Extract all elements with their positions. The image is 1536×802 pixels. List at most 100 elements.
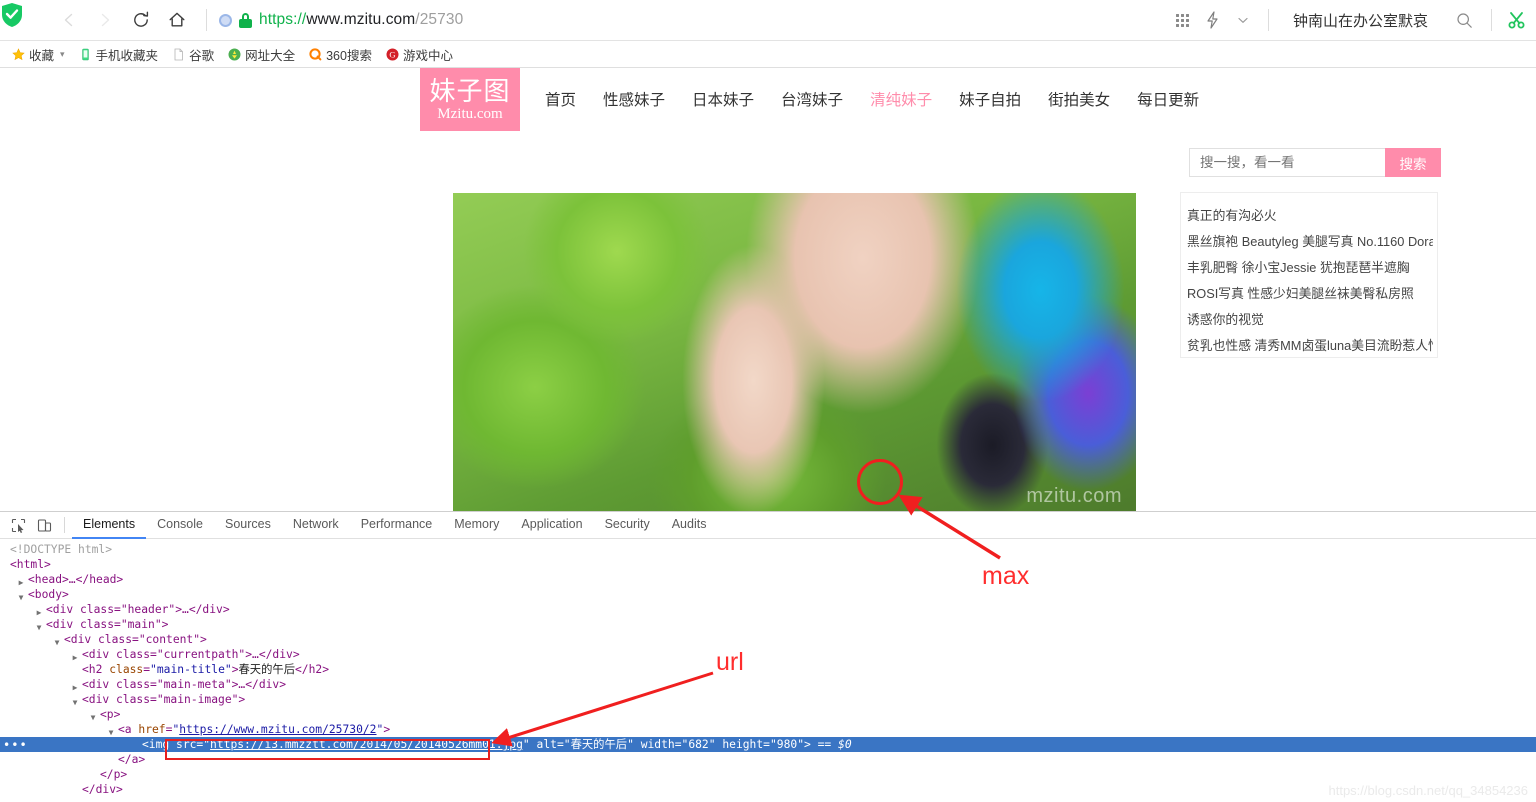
bookmark-360search[interactable]: 360搜索 [303,43,378,66]
site-info-icon[interactable] [219,13,232,27]
dom-line-header-div[interactable]: ▶ <div class="header">…</div> [0,602,1536,617]
annotation-url-label: url [716,648,744,676]
nav-item-taiwan[interactable]: 台湾妹子 [781,88,843,110]
site-logo[interactable]: 妹子图 Mzitu.com [420,68,520,131]
apps-grid-button[interactable] [1168,3,1198,37]
dom-line-content-div[interactable]: ▼ <div class="content"> [0,632,1536,647]
screenshot-root: https://www.mzitu.com/25730 钟南山在办公室默哀 收藏… [0,0,1536,802]
body-tag: <body> [28,588,69,601]
home-button[interactable] [160,3,194,37]
selected-node-ref: == $0 [817,738,852,751]
address-bar[interactable]: https://www.mzitu.com/25730 [217,0,1168,41]
main-photo[interactable]: mzitu.com [453,193,1136,511]
dom-line-a[interactable]: ▼ <a href="https://www.mzitu.com/25730/2… [0,722,1536,737]
tab-console[interactable]: Console [146,512,214,539]
bookmark-google[interactable]: 谷歌 [166,43,220,66]
page-viewport: 妹子图 Mzitu.com 首页 性感妹子 日本妹子 台湾妹子 清纯妹子 妹子自… [0,68,1536,511]
tab-performance[interactable]: Performance [350,512,444,539]
reload-icon [134,11,149,27]
logo-line-1: 妹子图 [429,75,511,106]
sidebar-link[interactable]: ROSI写真 性感少妇美腿丝袜美臀私房照 [1187,281,1433,307]
tab-sources[interactable]: Sources [214,512,282,539]
tab-elements[interactable]: Elements [72,512,147,539]
dom-line-head[interactable]: ▶ <head>…</head> [0,572,1536,587]
highlight-circle-page10 [857,459,903,505]
nav-item-selfie[interactable]: 妹子自拍 [959,88,1021,110]
site-search-button[interactable]: 搜索 [1385,148,1441,177]
nav-item-pure[interactable]: 清纯妹子 [870,88,932,110]
home-icon [169,12,185,27]
tab-application[interactable]: Application [510,512,593,539]
dom-line-html[interactable]: <html> [0,557,1536,572]
annotation-max-label: max [982,562,1030,590]
dom-line-h2[interactable]: <h2 class="main-title">春天的午后</h2> [0,662,1536,677]
bookmark-gamecenter[interactable]: G 游戏中心 [380,43,459,66]
tab-security[interactable]: Security [594,512,661,539]
back-button[interactable] [52,3,86,37]
sidebar-link[interactable]: 黑丝旗袍 Beautyleg 美腿写真 No.1160 Dora [1187,229,1433,255]
doctype-text: <!DOCTYPE html> [10,543,113,556]
img-alt-value: 春天的午后 [570,738,628,751]
browser-logo-badge [0,0,36,32]
lock-icon [239,12,252,28]
forward-button[interactable] [88,3,122,37]
reload-button[interactable] [124,3,158,37]
phone-icon [79,48,92,61]
dom-line-p[interactable]: ▼ <p> [0,707,1536,722]
nav-item-daily[interactable]: 每日更新 [1137,88,1199,110]
dom-line-currentpath-div[interactable]: ▶ <div class="currentpath">…</div> [0,647,1536,662]
dom-line-main-div[interactable]: ▼ <div class="main"> [0,617,1536,632]
head-tag: <head>…</head> [28,573,124,586]
bookmark-mobile-favorites[interactable]: 手机收藏夹 [73,43,165,66]
tab-memory[interactable]: Memory [443,512,510,539]
sidebar-link[interactable]: 诱惑你的视觉 [1187,307,1433,333]
flash-button[interactable] [1198,3,1228,37]
inspect-element-icon[interactable] [5,513,31,537]
devtools-toolbar-divider [64,517,65,533]
chevron-down-button[interactable] [1228,3,1258,37]
green-circle-icon [228,48,241,61]
photo-content [453,193,1136,511]
sidebar-link[interactable]: 贫乳也性感 清秀MM卤蛋luna美目流盼惹人怜 [1187,333,1433,359]
nav-item-street[interactable]: 街拍美女 [1048,88,1110,110]
site-search-input[interactable] [1189,148,1385,177]
search-icon[interactable] [1456,12,1473,29]
dom-line-meta-div[interactable]: ▶ <div class="main-meta">…</div> [0,677,1536,692]
bookmark-label: 网址大全 [245,48,296,63]
bookmark-favorites[interactable]: 收藏 ▾ [6,43,71,66]
a-href-value[interactable]: https://www.mzitu.com/25730/2 [179,723,376,736]
tab-audits[interactable]: Audits [661,512,718,539]
nav-item-home[interactable]: 首页 [545,88,576,110]
sidebar-link[interactable]: 丰乳肥臀 徐小宝Jessie 犹抱琵琶半遮胸 [1187,255,1433,281]
div-close-tag: </div> [82,783,123,796]
dom-line-doctype: <!DOCTYPE html> [0,542,1536,557]
dom-tree: <!DOCTYPE html> <html> ▶ <head>…</head> … [0,539,1536,802]
csdn-watermark: https://blog.csdn.net/qq_34854236 [1328,783,1529,798]
img-width-value: 682 [688,738,709,751]
bookmark-hao123[interactable]: 网址大全 [222,43,301,66]
device-toolbar-icon[interactable] [31,513,57,537]
url-path: /25730 [415,11,464,28]
devtools-tabs: Elements Console Sources Network Perform… [72,512,717,539]
site-nav: 首页 性感妹子 日本妹子 台湾妹子 清纯妹子 妹子自拍 街拍美女 每日更新 [545,88,1199,110]
nav-item-japan[interactable]: 日本妹子 [692,88,754,110]
chevron-down-icon[interactable]: ▾ [60,49,65,60]
p-close-tag: </p> [100,768,128,781]
dom-line-mainimage-div[interactable]: ▼ <div class="main-image"> [0,692,1536,707]
bookmarks-bar: 收藏 ▾ 手机收藏夹 谷歌 网址大全 360搜索 G 游戏中心 [0,41,1536,68]
toolbar-right-actions: 钟南山在办公室默哀 [1168,3,1536,37]
toolbar-divider [206,9,207,31]
browser-search-box[interactable]: 钟南山在办公室默哀 [1279,3,1481,37]
photo-watermark: mzitu.com [1026,485,1122,507]
url-text: https://www.mzitu.com/25730 [259,11,463,29]
grid-icon [1176,13,1190,27]
sidebar-link[interactable]: 真正的有沟必火 [1187,203,1433,229]
star-icon [12,47,25,61]
dom-line-body[interactable]: ▼ <body> [0,587,1536,602]
svg-text:G: G [389,49,395,59]
tab-network[interactable]: Network [282,512,350,539]
nav-item-sexy[interactable]: 性感妹子 [603,88,665,110]
bookmark-label: 收藏 [29,48,55,63]
extension-button[interactable] [1502,3,1532,37]
sidebar-related-card: 真正的有沟必火 黑丝旗袍 Beautyleg 美腿写真 No.1160 Dora… [1180,192,1438,358]
